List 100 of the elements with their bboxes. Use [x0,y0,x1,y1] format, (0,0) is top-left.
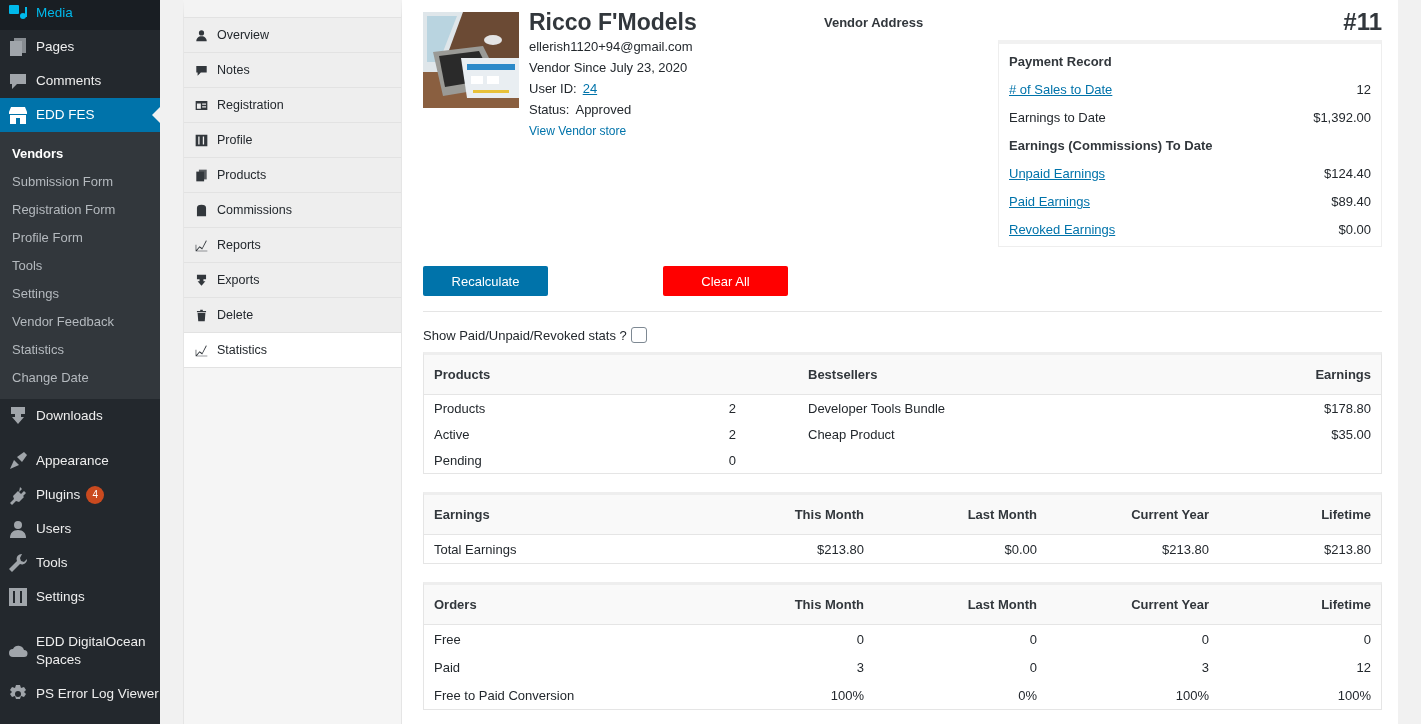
vendor-tab[interactable]: Statistics [184,333,401,368]
trash-icon [195,308,208,322]
vendor-store-link[interactable]: View Vendor store [529,120,627,142]
table-cell-text: Active [434,426,471,442]
vendor-tab[interactable]: Exports [184,263,401,298]
submenu-item[interactable]: Submission Form [0,168,160,196]
paintbrush-icon [8,451,28,471]
vendor-tab[interactable]: Overview [184,17,401,53]
column-header: Current Year [1130,597,1209,612]
table-cell-text: 0 [1028,631,1037,647]
submenu-item[interactable]: Change Date [0,364,160,392]
table-cell-text: $0.00 [1003,541,1037,557]
status-value: Approved [575,102,632,117]
submenu-item[interactable]: Profile Form [0,224,160,252]
pages-icon [195,168,208,182]
checkbox[interactable] [630,327,647,343]
clear-all-button[interactable]: Clear All [663,266,788,296]
storefront-icon [8,105,28,125]
sidebar-item[interactable]: Tools [0,546,160,580]
payment-link[interactable]: Revoked Earnings [1009,216,1116,244]
download-icon [195,273,208,287]
table-cell-text: 0 [727,452,736,468]
column-header: This Month [793,597,864,612]
payment-value: 12 [1356,81,1371,99]
vendor-email: ellerish1120+94@gmail.com [529,38,694,56]
recalculate-button[interactable]: Recalculate [423,266,548,296]
sidebar-item[interactable]: Media [0,0,160,30]
sidebar-item[interactable]: Downloads [0,399,160,433]
id-card-icon [195,98,208,112]
vendor-since: Vendor Since July 23, 2020 [529,59,689,77]
vendor-number: #11 [1343,8,1382,36]
submenu-item[interactable]: Vendor Feedback [0,308,160,336]
table-cell-text: Free to Paid Conversion [434,687,576,703]
status-label: Status: [529,102,570,117]
vendor-name: Ricco F'Models [529,8,698,36]
update-count: 4 [86,486,105,504]
table-cell-text: Cheap Product [807,426,896,442]
sidebar-item[interactable]: PS Error Log Viewer [0,677,160,711]
sidebar-item[interactable]: Appearance [0,444,160,478]
sliders-icon [195,133,208,147]
vendor-tab[interactable]: Profile [184,123,401,158]
table-cell-text: $213.80 [1161,541,1209,557]
pages-icon [8,37,28,57]
table-cell-text: Free [434,631,462,647]
submenu-item[interactable]: Statistics [0,336,160,364]
sidebar-item[interactable]: Pages [0,30,160,64]
table-cell-text: 0 [1028,659,1037,675]
table-cell-text: 100% [829,687,864,703]
column-header: Lifetime [1320,507,1371,522]
table-cell-text: Total Earnings [434,541,518,557]
speech-bubble-icon [195,63,208,77]
payment-subheading: Earnings (Commissions) To Date [1009,137,1213,155]
table-cell-text: 100% [1336,687,1371,703]
payment-value: $1,392.00 [1313,109,1371,127]
table-cell-text: Paid [434,659,462,675]
table-cell-text: $213.80 [1323,541,1371,557]
column-header: Earnings [1314,367,1371,382]
vendor-tab[interactable]: Products [184,158,401,193]
download-icon [8,406,28,426]
table-cell-text: 2 [727,400,736,416]
wrench-icon [8,553,28,573]
column-header: Lifetime [1320,597,1371,612]
payment-label: Earnings to Date [1009,109,1106,127]
table-cell-text: $213.80 [816,541,864,557]
menu-pointer [152,107,160,123]
submenu-item[interactable]: Registration Form [0,196,160,224]
table-cell-text: 0 [1362,631,1371,647]
sidebar-item[interactable]: Users [0,512,160,546]
table-cell-text: 0 [1200,631,1209,647]
chart-icon [195,238,208,252]
vendor-tab[interactable]: Notes [184,53,401,88]
sidebar-item[interactable]: Comments [0,64,160,98]
vendor-tab[interactable]: Delete [184,298,401,333]
table-cell-text: Pending [434,452,483,468]
submenu-item[interactable]: Settings [0,280,160,308]
payment-record-title: Payment Record [1009,53,1113,71]
user-icon [8,519,28,539]
table-cell-text: 100% [1174,687,1209,703]
sidebar-item[interactable]: Settings [0,580,160,614]
vendor-tab[interactable]: Commissions [184,193,401,228]
payment-link[interactable]: Unpaid Earnings [1009,160,1106,188]
vendor-tab[interactable]: Reports [184,228,401,263]
sidebar-item[interactable]: Plugins 4 [0,478,160,512]
column-header: Products [434,367,492,382]
sidebar-item[interactable]: EDD FES [0,98,160,132]
user-id-link[interactable]: 24 [582,81,598,96]
sidebar-item[interactable]: EDD DigitalOcean Spaces [0,625,160,677]
plug-icon [8,485,28,505]
submenu-item[interactable]: Tools [0,252,160,280]
payment-value: $124.40 [1324,165,1371,183]
vendor-tab[interactable]: Registration [184,88,401,123]
submenu-item[interactable]: Vendors [0,140,160,168]
column-header: Last Month [966,507,1037,522]
payment-link[interactable]: Paid Earnings [1009,188,1090,216]
column-header: Earnings [434,507,491,522]
payment-link[interactable]: # of Sales to Date [1009,76,1113,104]
table-cell-text: 2 [727,426,736,442]
column-header: This Month [793,507,864,522]
table-cell-text: $178.80 [1323,400,1371,416]
table-cell-text: 0% [1017,687,1037,703]
